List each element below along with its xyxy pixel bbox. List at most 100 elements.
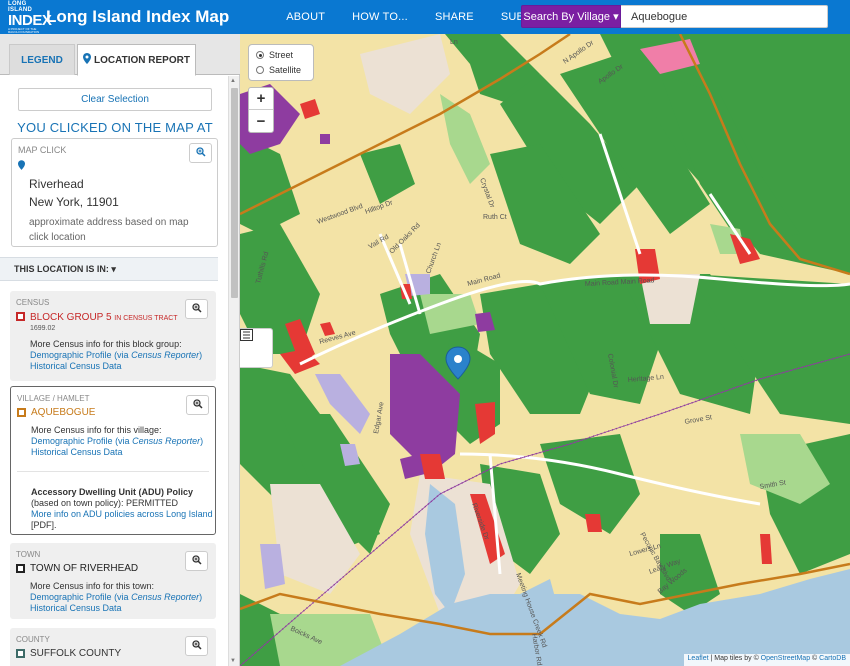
top-navbar: LONG ISLAND INDEX A PROJECT OF THE RAUCH… xyxy=(0,0,850,34)
census-reporter-link[interactable]: Census Reporter xyxy=(131,350,199,360)
this-location-dropdown[interactable]: THIS LOCATION IS IN: ▾ xyxy=(0,257,218,281)
carto-link[interactable]: CartoDB xyxy=(819,655,846,662)
logo-line1: LONG ISLAND xyxy=(8,0,33,13)
village-swatch xyxy=(17,408,26,417)
town-category: TOWN xyxy=(16,550,41,559)
adu-status: (based on town policy): PERMITTED xyxy=(31,498,179,508)
logo-line2: INDEX xyxy=(8,11,52,29)
map-attribution: Leaflet | Map tiles by © OpenStreetMap ©… xyxy=(683,654,850,666)
census-demographic-link[interactable]: Demographic Profile xyxy=(30,350,112,360)
county-name: SUFFOLK COUNTY xyxy=(30,648,122,659)
village-census-reporter-link[interactable]: Census Reporter xyxy=(132,436,200,446)
nav-share[interactable]: SHARE xyxy=(435,11,474,23)
village-demographic-link[interactable]: Demographic Profile xyxy=(31,436,113,446)
attribution-sep: © xyxy=(810,655,820,662)
layer-street-label: Street xyxy=(269,50,294,60)
town-swatch xyxy=(16,564,25,573)
census-more-info: More Census info for this block group: xyxy=(30,339,182,349)
town-demographic-line: Demographic Profile (via Census Reporter… xyxy=(30,592,212,603)
clicked-title: YOU CLICKED ON THE MAP AT xyxy=(17,120,213,135)
town-more-info: More Census info for this town: xyxy=(30,581,155,591)
town-close-paren: ) xyxy=(199,592,203,602)
zoom-in-icon xyxy=(195,144,206,162)
scroll-up-arrow-icon[interactable]: ▲ xyxy=(230,78,236,84)
layer-satellite-label: Satellite xyxy=(269,65,302,75)
village-more-info: More Census info for this village: xyxy=(31,425,162,435)
zoom-to-county-button[interactable] xyxy=(185,636,208,656)
village-close-paren: ) xyxy=(200,436,204,446)
zoom-in-icon xyxy=(191,637,202,655)
census-name-main: BLOCK GROUP 5 xyxy=(30,312,112,323)
county-swatch xyxy=(16,649,25,658)
census-via: (via xyxy=(114,350,129,360)
census-name: BLOCK GROUP 5 IN CENSUS TRACT xyxy=(30,312,178,323)
scroll-down-arrow-icon[interactable]: ▼ xyxy=(230,658,236,664)
map-pin-icon xyxy=(83,53,92,67)
map-pin-icon xyxy=(18,160,25,172)
town-demographic-link[interactable]: Demographic Profile xyxy=(30,592,112,602)
osm-link[interactable]: OpenStreetMap xyxy=(761,655,810,662)
radio-street[interactable] xyxy=(256,51,264,59)
village-via: (via xyxy=(115,436,130,446)
county-category: COUNTY xyxy=(16,635,50,644)
logo[interactable]: LONG ISLAND INDEX A PROJECT OF THE RAUCH… xyxy=(8,0,229,34)
zoom-to-village-button[interactable] xyxy=(186,395,209,415)
location-report-panel: Clear Selection YOU CLICKED ON THE MAP A… xyxy=(0,76,228,666)
town-name: TOWN OF RIVERHEAD xyxy=(30,563,139,574)
leaflet-link[interactable]: Leaflet xyxy=(688,655,709,662)
map-click-box: MAP CLICK Riverhead New York, 11901 appr… xyxy=(11,138,218,247)
town-historical-link[interactable]: Historical Census Data xyxy=(30,603,212,614)
zoom-in-icon xyxy=(191,300,202,318)
clear-selection-button[interactable]: Clear Selection xyxy=(18,88,212,111)
village-historical-link[interactable]: Historical Census Data xyxy=(31,447,213,458)
scroll-thumb[interactable] xyxy=(231,88,238,298)
nav-about[interactable]: ABOUT xyxy=(286,11,325,23)
toggle-sidebar-button[interactable] xyxy=(240,328,273,368)
zoom-control: + − xyxy=(248,87,274,133)
logo-line3: A PROJECT OF THE RAUCH FOUNDATION xyxy=(8,26,40,34)
tab-legend[interactable]: LEGEND xyxy=(9,44,75,75)
zoom-in-icon xyxy=(191,552,202,570)
zoom-to-town-button[interactable] xyxy=(185,551,208,571)
street-label: Ruth Ct xyxy=(483,214,507,221)
adu-title: Accessory Dwelling Unit (ADU) Policy xyxy=(31,487,194,497)
layer-street-option[interactable]: Street xyxy=(256,50,293,60)
map-tiles: Westwood Blvd Hilltop Dr Old Oaks Rd Chu… xyxy=(240,34,850,666)
map-click-state: New York, 11901 xyxy=(29,195,119,209)
county-card: COUNTY SUFFOLK COUNTY xyxy=(10,628,216,666)
town-card: TOWN TOWN OF RIVERHEAD More Census info … xyxy=(10,543,216,619)
zoom-out-button[interactable]: − xyxy=(249,110,273,132)
zoom-to-click-button[interactable] xyxy=(189,143,212,163)
zoom-in-button[interactable]: + xyxy=(249,88,273,110)
village-demographic-line: Demographic Profile (via Census Reporter… xyxy=(31,436,213,447)
village-search: Search By Village ▾ xyxy=(521,5,828,28)
radio-satellite[interactable] xyxy=(256,66,264,74)
census-historical-link[interactable]: Historical Census Data xyxy=(30,361,212,372)
map-canvas[interactable]: Westwood Blvd Hilltop Dr Old Oaks Rd Chu… xyxy=(240,34,850,666)
nav-how-to[interactable]: HOW TO... xyxy=(352,11,408,23)
census-name-suffix: IN CENSUS TRACT xyxy=(114,315,178,322)
tab-location-label: LOCATION REPORT xyxy=(94,54,190,66)
census-category: CENSUS xyxy=(16,298,50,307)
search-by-village-dropdown[interactable]: Search By Village ▾ xyxy=(521,5,621,28)
census-swatch xyxy=(16,312,25,321)
census-close-paren: ) xyxy=(199,350,203,360)
sidebar-scrollbar[interactable]: ▲ ▼ xyxy=(228,76,239,666)
village-name: AQUEBOGUE xyxy=(31,407,96,418)
census-demographic-line: Demographic Profile (via Census Reporter… xyxy=(30,350,212,361)
zoom-in-icon xyxy=(192,396,203,414)
layer-satellite-option[interactable]: Satellite xyxy=(256,65,301,75)
map-click-note: approximate address based on map click l… xyxy=(29,217,189,243)
town-census-reporter-link[interactable]: Census Reporter xyxy=(131,592,199,602)
census-card: CENSUS BLOCK GROUP 5 IN CENSUS TRACT 169… xyxy=(10,291,216,381)
village-card: VILLAGE / HAMLET AQUEBOGUE More Census i… xyxy=(10,386,216,535)
adu-pdf-label: [PDF]. xyxy=(31,520,57,530)
map-click-label: MAP CLICK xyxy=(18,145,67,155)
sidebar-tabs: LEGEND LOCATION REPORT xyxy=(0,34,240,76)
zoom-to-block-group-button[interactable] xyxy=(185,299,208,319)
adu-info-link[interactable]: More info on ADU policies across Long Is… xyxy=(31,509,213,520)
town-via: (via xyxy=(114,592,129,602)
card-divider xyxy=(17,471,209,472)
tab-location-report[interactable]: LOCATION REPORT xyxy=(77,44,196,76)
village-search-input[interactable] xyxy=(621,5,828,28)
